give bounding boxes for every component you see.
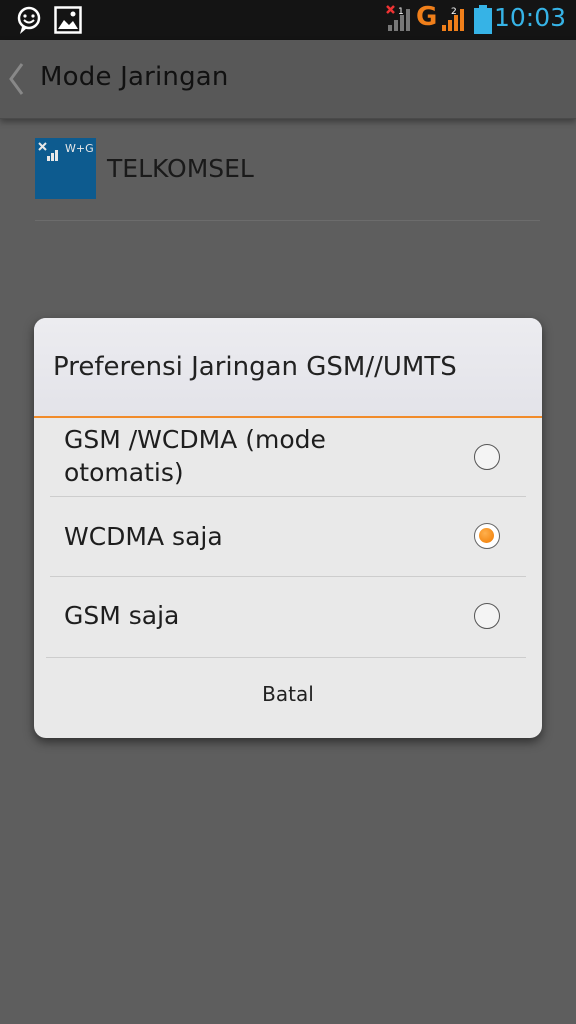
status-bar: 1 G 2 10:03: [0, 0, 576, 40]
option-label: WCDMA saja: [64, 522, 223, 551]
radio-button[interactable]: [474, 603, 500, 629]
cancel-button[interactable]: Batal: [34, 658, 542, 738]
sim-icon: W+G: [35, 138, 96, 199]
sim-name: TELKOMSEL: [107, 154, 254, 183]
option-gsm-only[interactable]: GSM saja: [46, 577, 526, 658]
svg-text:1: 1: [398, 7, 404, 17]
smiley-notification-icon: [17, 6, 41, 34]
page-title: Mode Jaringan: [40, 62, 229, 92]
sim-signal-icon: [38, 142, 58, 161]
signal-sim2-icon: 2: [442, 7, 464, 31]
network-type-label: G: [416, 2, 438, 32]
dialog-header: Preferensi Jaringan GSM//UMTS: [34, 318, 542, 418]
dialog-title: Preferensi Jaringan GSM//UMTS: [53, 352, 457, 382]
option-wcdma-only[interactable]: WCDMA saja: [50, 497, 526, 577]
sim-badge-label: W+G: [65, 142, 94, 155]
option-label: otomatis): [64, 458, 184, 487]
option-label: GSM saja: [64, 601, 180, 630]
action-bar: Mode Jaringan: [0, 40, 576, 119]
signal-sim1-icon: 1: [386, 5, 410, 31]
radio-button[interactable]: [474, 444, 500, 470]
option-gsm-wcdma-auto[interactable]: GSM /WCDMA (mode otomatis): [50, 418, 526, 497]
battery-icon: [474, 5, 492, 34]
option-label: GSM /WCDMA (mode: [64, 425, 326, 454]
svg-text:2: 2: [451, 7, 457, 17]
clock: 10:03: [493, 3, 566, 32]
sim-row[interactable]: W+G TELKOMSEL: [35, 136, 540, 221]
network-preference-dialog: Preferensi Jaringan GSM//UMTS GSM /WCDMA…: [34, 318, 542, 738]
back-chevron-icon[interactable]: [6, 62, 28, 96]
cancel-label: Batal: [262, 682, 314, 706]
radio-button-selected[interactable]: [474, 523, 500, 549]
image-notification-icon: [54, 6, 82, 34]
